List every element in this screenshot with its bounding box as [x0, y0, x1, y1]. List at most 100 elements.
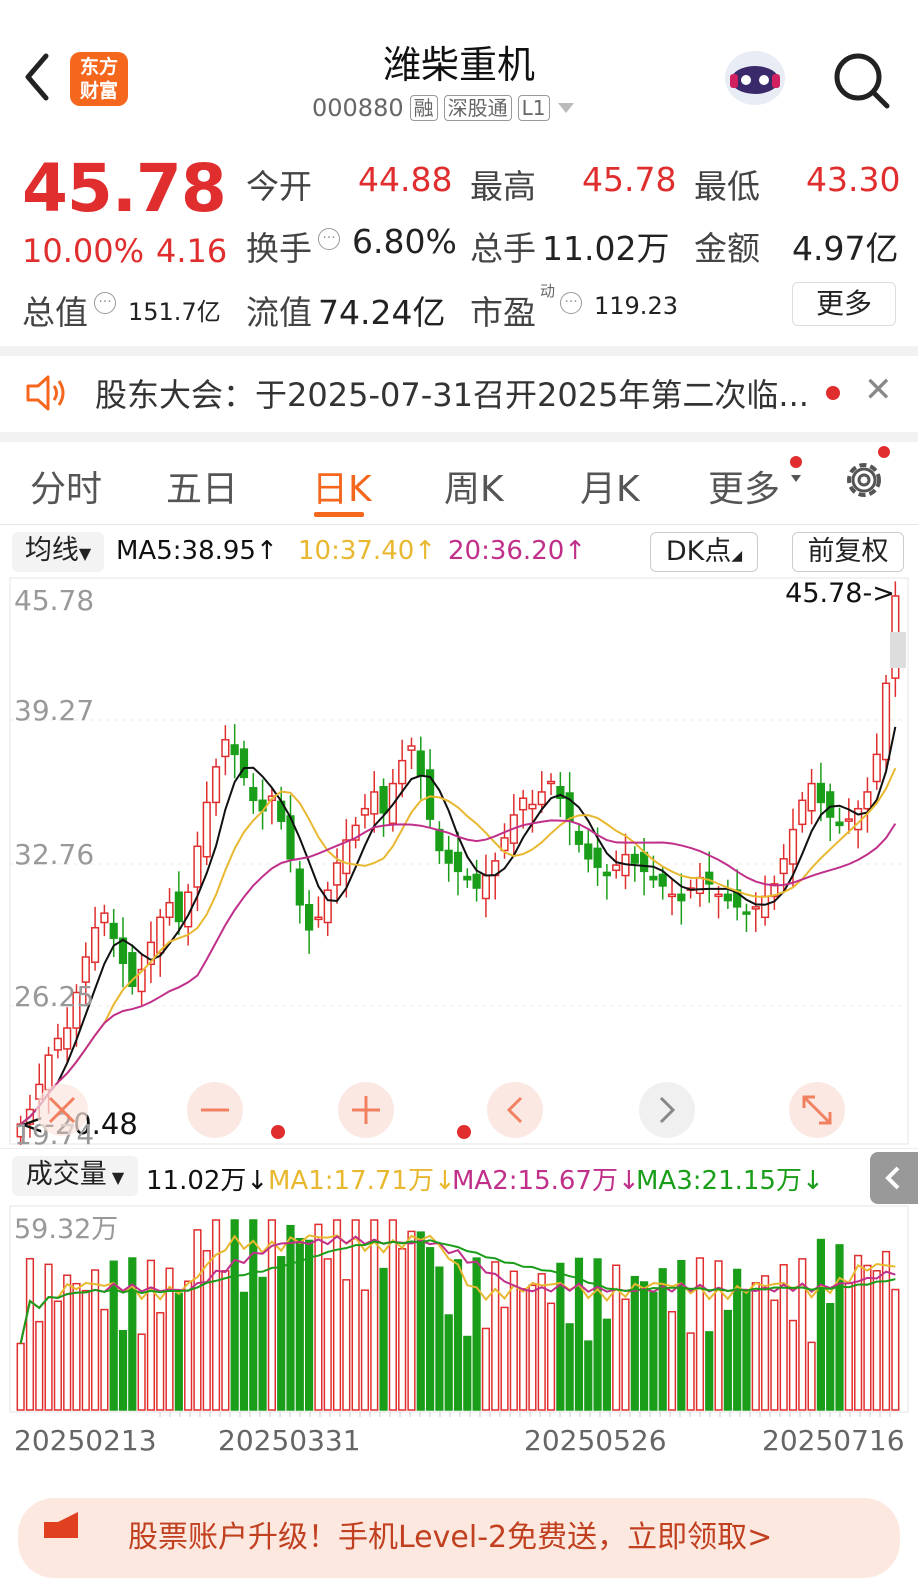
search-icon[interactable] [830, 50, 892, 110]
vol-ma2-value: MA2:15.67万↓ [452, 1166, 640, 1196]
candle-body [100, 912, 109, 924]
tab-more-dot [790, 456, 802, 468]
scroll-right-button[interactable] [639, 1082, 695, 1138]
scroll-indicator[interactable] [890, 632, 906, 668]
volume-bar [863, 1264, 872, 1411]
zoom-in-button[interactable] [338, 1082, 394, 1138]
robot-assistant-icon[interactable] [722, 46, 788, 108]
tab-daily-k[interactable]: 日K [312, 460, 372, 512]
close-icon[interactable]: ✕ [864, 370, 893, 410]
price-axis-label: 45.78 [14, 584, 94, 617]
volume-bar [667, 1310, 677, 1411]
volume-bar [174, 1292, 183, 1411]
volume-indicator-select[interactable]: 成交量 ▼ [12, 1156, 138, 1196]
volume-bar [658, 1268, 667, 1411]
high-value: 45.78 [582, 160, 677, 199]
volume-bar [798, 1258, 807, 1411]
candle-body [826, 791, 835, 818]
candle-body [193, 845, 202, 888]
open-value: 44.88 [358, 160, 453, 199]
logo-text-2: 财富 [79, 80, 118, 102]
volume-bar [537, 1273, 546, 1411]
volume-bar [370, 1219, 379, 1411]
volume-bar [258, 1276, 267, 1411]
candle-body [221, 738, 230, 758]
volume-bar [816, 1238, 826, 1411]
volume-bars [16, 1219, 900, 1411]
tab-intraday[interactable]: 分时 [30, 460, 102, 512]
turnover-info-icon[interactable]: ··· [318, 228, 340, 250]
candlestick-chart[interactable]: 45.78-> <-20.48 45.78 39.27 32.76 26.25 … [0, 576, 918, 1146]
gear-icon[interactable] [840, 456, 888, 504]
candle-body [546, 780, 556, 785]
divider [0, 346, 918, 356]
volume-bar [351, 1219, 360, 1411]
tab-monthly-k[interactable]: 月K [580, 460, 640, 512]
pe-label: 市盈 [470, 293, 536, 332]
candle-body [788, 828, 798, 865]
volume-bar [398, 1248, 407, 1411]
volume-bar [881, 1250, 891, 1411]
price-axis-label: 39.27 [14, 694, 94, 727]
candle-body [528, 803, 537, 810]
volume-bar [360, 1289, 370, 1411]
volume-bar [872, 1270, 881, 1411]
marker-dot [271, 1125, 285, 1139]
volume-bar [342, 1279, 351, 1411]
date-label: 20250213 [14, 1424, 157, 1457]
dk-point-button[interactable]: DK点◢ [650, 532, 758, 572]
volume-bar [444, 1314, 453, 1411]
header: 东方 财富 潍柴重机 000880 融 深股通 L1 [0, 0, 918, 140]
amount-label: 金额 [694, 229, 760, 268]
candle-body [649, 875, 658, 881]
mktcap-info-icon[interactable]: ··· [94, 292, 116, 314]
candle-body [435, 828, 444, 852]
volume-bar [723, 1309, 732, 1411]
reset-button[interactable] [36, 1084, 88, 1136]
volume-bar [481, 1327, 491, 1411]
vol-ma3-value: MA3:21.15万↓ [636, 1166, 824, 1196]
change-amount: 4.16 [156, 232, 228, 270]
candle-body [844, 818, 853, 822]
candle-body [658, 873, 667, 887]
candle-body [109, 922, 118, 939]
stock-code-row[interactable]: 000880 融 深股通 L1 [312, 92, 576, 124]
volume-bar [81, 1289, 90, 1411]
zoom-out-button[interactable] [187, 1082, 243, 1138]
speaker-icon [26, 375, 65, 411]
volume-bar [211, 1219, 221, 1411]
volume-bar [156, 1312, 165, 1411]
volume-bar [323, 1258, 332, 1411]
volume-bar [705, 1331, 714, 1411]
tab-five-day[interactable]: 五日 [166, 460, 238, 512]
indicator-select[interactable]: 均线▼ [12, 532, 104, 572]
adjust-button[interactable]: 前复权 [792, 532, 904, 572]
collapse-panel-button[interactable] [870, 1152, 918, 1204]
candle-body [305, 904, 314, 931]
date-label: 20250526 [524, 1424, 667, 1457]
amount-value: 4.97亿 [792, 229, 899, 268]
back-icon[interactable] [22, 52, 52, 102]
more-quote-button[interactable]: 更多 [792, 282, 896, 326]
volume-bar [788, 1319, 798, 1411]
high-label: 最高 [470, 167, 536, 206]
tab-weekly-k[interactable]: 周K [444, 460, 504, 512]
scroll-left-button[interactable] [487, 1082, 543, 1138]
volume-bar [305, 1239, 314, 1411]
volume-bar [230, 1219, 239, 1411]
volume-bar [239, 1291, 249, 1411]
volume-indicator-label: 成交量 [25, 1159, 107, 1190]
volume-bar [714, 1260, 723, 1411]
indicator-label: 均线 [24, 535, 79, 566]
candles [16, 581, 900, 1146]
mktcap-value: 151.7亿 [128, 298, 221, 326]
volume-chart[interactable]: 59.32万 [0, 1204, 918, 1424]
ma10-value: 10:37.40↑ [298, 536, 437, 566]
candle-body [630, 853, 639, 864]
promo-text: 股票账户升级！手机Level-2免费送，立即领取> [128, 1520, 773, 1555]
notice-text[interactable]: 股东大会：于2025-07-31召开2025年第二次临... [95, 370, 809, 416]
pe-info-icon[interactable]: ··· [560, 292, 582, 314]
fullscreen-button[interactable] [789, 1082, 845, 1138]
megaphone-icon [44, 1512, 78, 1538]
tab-more[interactable]: 更多 [708, 460, 780, 512]
